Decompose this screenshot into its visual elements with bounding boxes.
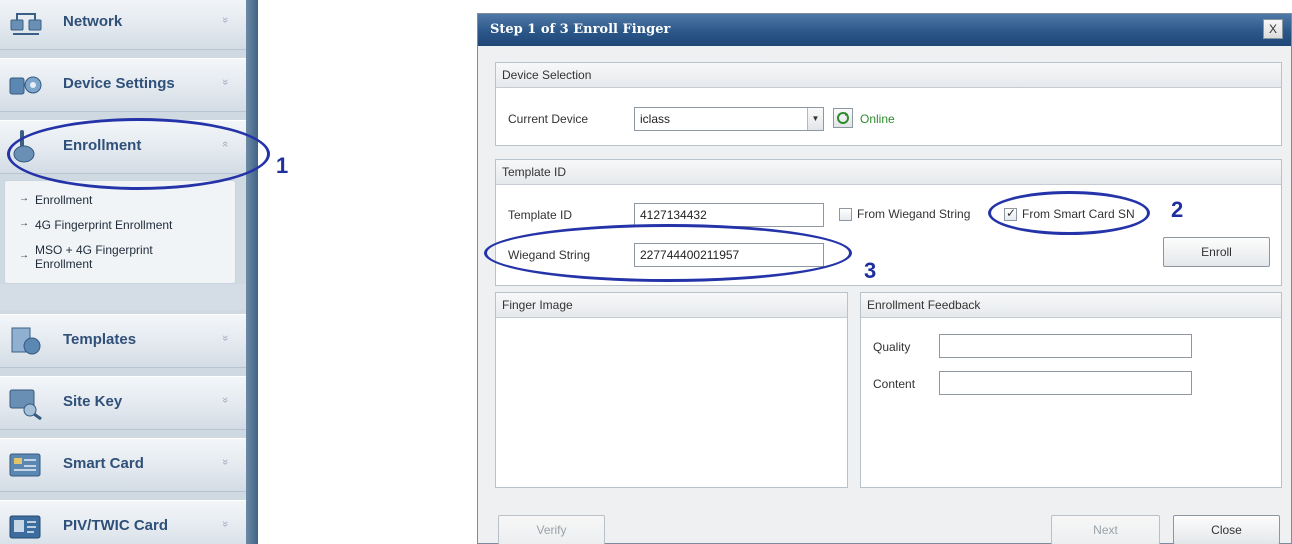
close-button[interactable]: Close (1173, 515, 1280, 544)
screen: Network » Device Settings » Enrollment « (0, 0, 1292, 544)
enrollment-feedback-group: Enrollment Feedback Quality Content (860, 292, 1282, 488)
annotation-number-2: 2 (1171, 197, 1184, 222)
enrollment-submenu: → Enrollment → 4G Fingerprint Enrollment… (4, 180, 236, 284)
chevron-down-icon: » (219, 396, 232, 404)
sidebar: Network » Device Settings » Enrollment « (0, 0, 258, 544)
sidebar-splitter[interactable] (246, 0, 258, 544)
device-selection-group: Device Selection Current Device iclass ▼… (495, 62, 1282, 146)
group-header: Device Selection (496, 63, 1281, 88)
sidebar-item-label: PIV/TWIC Card (63, 517, 169, 534)
submenu-item-4g-fingerprint-enrollment[interactable]: → 4G Fingerprint Enrollment (19, 218, 172, 232)
chevron-down-icon: » (219, 520, 232, 528)
annotation-number-1: 1 (276, 153, 289, 178)
group-header: Finger Image (496, 293, 847, 318)
group-header: Enrollment Feedback (861, 293, 1281, 318)
current-device-label: Current Device (508, 112, 589, 126)
chevron-down-icon: » (219, 334, 232, 342)
refresh-button[interactable] (833, 108, 853, 128)
sidebar-item-label: Templates (63, 331, 137, 348)
annotation-ellipse-2 (988, 191, 1150, 235)
group-header: Template ID (496, 160, 1281, 185)
quality-field (939, 334, 1192, 358)
sidebar-item-device-settings[interactable]: Device Settings » (0, 58, 246, 112)
sidebar-item-piv-twic-card[interactable]: PIV/TWIC Card » (0, 500, 246, 544)
finger-image-area (496, 318, 847, 488)
current-device-value: iclass (640, 112, 671, 126)
current-device-combo[interactable]: iclass ▼ (634, 107, 824, 131)
verify-button[interactable]: Verify (498, 515, 605, 544)
chevron-down-icon: » (219, 16, 232, 24)
next-button[interactable]: Next (1051, 515, 1160, 544)
close-icon[interactable]: X (1263, 19, 1283, 39)
templates-icon (11, 327, 41, 355)
site-key-icon (9, 389, 42, 420)
annotation-ellipse-3 (484, 224, 852, 282)
sidebar-item-label: Site Key (63, 393, 123, 410)
sidebar-item-label: Network (63, 13, 123, 30)
annotation-number-3: 3 (864, 258, 877, 283)
chevron-down-icon: » (219, 458, 232, 466)
sidebar-item-label: Smart Card (63, 455, 144, 472)
content-label: Content (873, 377, 916, 391)
template-id-label: Template ID (508, 208, 573, 222)
from-wiegand-checkbox[interactable] (839, 208, 852, 221)
from-wiegand-label: From Wiegand String (857, 207, 971, 221)
refresh-icon (837, 112, 849, 124)
quality-label: Quality (873, 340, 911, 354)
enroll-button[interactable]: Enroll (1163, 237, 1270, 267)
device-settings-icon (9, 76, 42, 95)
content-field (939, 371, 1192, 395)
sidebar-divider (0, 284, 246, 310)
sidebar-item-network[interactable]: Network » (0, 0, 246, 50)
submenu-item-label: 4G Fingerprint Enrollment (35, 218, 173, 232)
sidebar-item-smart-card[interactable]: Smart Card » (0, 438, 246, 492)
finger-image-group: Finger Image (495, 292, 848, 488)
arrow-right-icon: → (19, 218, 29, 229)
submenu-item-enrollment[interactable]: → Enrollment (19, 193, 92, 207)
submenu-item-mso-4g-fingerprint-enrollment[interactable]: → MSO + 4G Fingerprint Enrollment (19, 243, 199, 271)
dialog-title: Step 1 of 3 Enroll Finger (490, 22, 671, 37)
chevron-down-icon: » (219, 78, 232, 86)
submenu-item-label: Enrollment (35, 193, 93, 207)
dialog-titlebar: Step 1 of 3 Enroll Finger X (478, 14, 1291, 46)
network-icon (10, 13, 42, 35)
annotation-ellipse-1 (7, 118, 270, 190)
status-online: Online (860, 112, 895, 126)
arrow-right-icon: → (19, 250, 29, 261)
arrow-right-icon: → (19, 193, 29, 204)
chevron-down-icon[interactable]: ▼ (807, 108, 823, 130)
sidebar-item-templates[interactable]: Templates » (0, 314, 246, 368)
submenu-item-label: MSO + 4G Fingerprint Enrollment (35, 243, 153, 271)
smart-card-icon (9, 453, 41, 477)
sidebar-item-site-key[interactable]: Site Key » (0, 376, 246, 430)
sidebar-item-label: Device Settings (63, 75, 175, 92)
piv-card-icon (9, 515, 41, 539)
